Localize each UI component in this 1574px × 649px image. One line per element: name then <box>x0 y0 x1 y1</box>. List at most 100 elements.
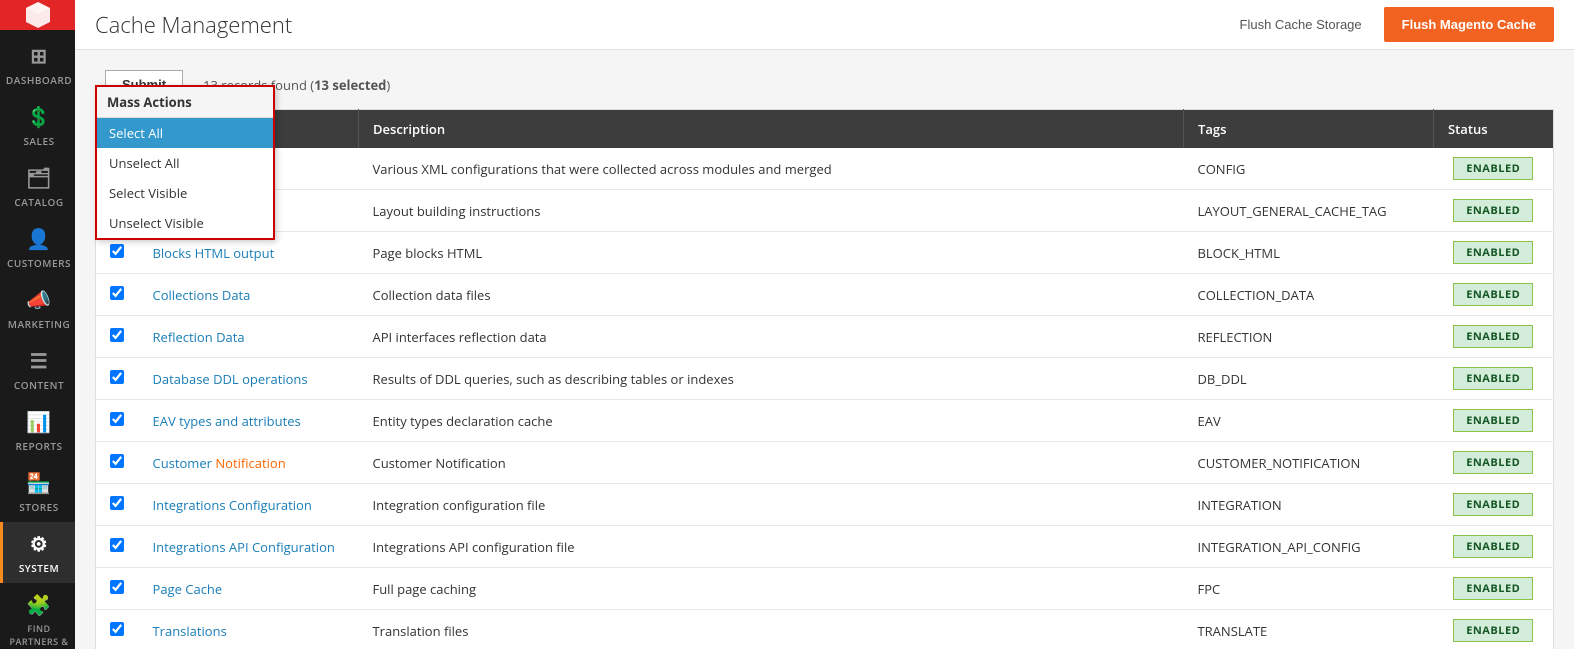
header-actions: Flush Cache Storage Flush Magento Cache <box>1228 7 1554 42</box>
dropdown-item-unselect-all[interactable]: Unselect All <box>97 148 273 178</box>
status-badge: ENABLED <box>1453 325 1533 348</box>
sidebar-item-stores[interactable]: 🏪 STORES <box>0 461 75 522</box>
type-link[interactable]: Blocks HTML output <box>153 244 275 262</box>
row-type: Database DDL operations <box>139 358 359 400</box>
row-status: ENABLED <box>1434 568 1554 610</box>
cache-table: Cache Type Description Tags Status Confi… <box>95 109 1554 649</box>
row-status: ENABLED <box>1434 190 1554 232</box>
row-description: Integrations API configuration file <box>359 526 1184 568</box>
type-link[interactable]: Reflection Data <box>153 328 245 346</box>
row-checkbox-cell <box>96 400 139 442</box>
row-description: Integration configuration file <box>359 484 1184 526</box>
row-status: ENABLED <box>1434 274 1554 316</box>
sidebar-item-find-partners[interactable]: 🧩 FIND PARTNERS & EXTENSIONS <box>0 583 75 649</box>
row-type: Translations <box>139 610 359 649</box>
type-link[interactable]: Customer Notification <box>153 454 286 472</box>
type-link[interactable]: Integrations API Configuration <box>153 538 335 556</box>
type-link[interactable]: Translations <box>153 622 227 640</box>
table-row: Integrations API Configuration Integratio… <box>96 526 1554 568</box>
row-description: API interfaces reflection data <box>359 316 1184 358</box>
sidebar-item-label: DASHBOARD <box>6 73 72 87</box>
reports-icon: 📊 <box>26 408 51 435</box>
type-link[interactable]: Collections Data <box>153 286 251 304</box>
table-row: Customer NotificationCustomer Notificati… <box>96 442 1554 484</box>
row-tags: CONFIG <box>1184 148 1434 190</box>
row-status: ENABLED <box>1434 148 1554 190</box>
row-tags: COLLECTION_DATA <box>1184 274 1434 316</box>
page-title: Cache Management <box>95 10 292 40</box>
content-icon: ☰ <box>30 347 48 374</box>
row-checkbox-cell <box>96 610 139 649</box>
row-description: Various XML configurations that were col… <box>359 148 1184 190</box>
sidebar-item-label: MARKETING <box>8 317 70 331</box>
stores-icon: 🏪 <box>26 469 51 496</box>
sidebar-item-label: SYSTEM <box>19 561 59 575</box>
sidebar-item-label: REPORTS <box>15 439 62 453</box>
row-checkbox-cell <box>96 484 139 526</box>
table-row: EAV types and attributes Entity types dec… <box>96 400 1554 442</box>
row-checkbox[interactable] <box>110 328 124 342</box>
row-checkbox[interactable] <box>110 412 124 426</box>
flush-magento-cache-button[interactable]: Flush Magento Cache <box>1384 7 1554 42</box>
row-checkbox[interactable] <box>110 496 124 510</box>
dropdown-item-unselect-visible[interactable]: Unselect Visible <box>97 208 273 238</box>
row-checkbox-cell <box>96 526 139 568</box>
row-status: ENABLED <box>1434 400 1554 442</box>
sidebar-item-label: SALES <box>23 134 54 148</box>
row-status: ENABLED <box>1434 232 1554 274</box>
sidebar-item-system[interactable]: ⚙ SYSTEM <box>0 522 75 583</box>
table-row: Reflection Data API interfaces reflection… <box>96 316 1554 358</box>
row-tags: TRANSLATE <box>1184 610 1434 649</box>
row-type: Reflection Data <box>139 316 359 358</box>
row-checkbox[interactable] <box>110 454 124 468</box>
flush-cache-storage-button[interactable]: Flush Cache Storage <box>1228 9 1374 40</box>
sidebar: ⊞ DASHBOARD 💲 SALES 🗂 CATALOG 👤 CUSTOMER… <box>0 0 75 649</box>
row-checkbox-cell <box>96 358 139 400</box>
row-checkbox[interactable] <box>110 244 124 258</box>
dropdown-item-select-visible[interactable]: Select Visible <box>97 178 273 208</box>
table-row: ConfigurationVarious XML configurations … <box>96 148 1554 190</box>
row-checkbox-cell <box>96 442 139 484</box>
type-link[interactable]: EAV types and attributes <box>153 412 301 430</box>
sidebar-item-reports[interactable]: 📊 REPORTS <box>0 400 75 461</box>
sidebar-item-label: CONTENT <box>14 378 64 392</box>
row-checkbox-cell <box>96 274 139 316</box>
row-description: Full page caching <box>359 568 1184 610</box>
row-checkbox[interactable] <box>110 580 124 594</box>
row-description: Layout building instructions <box>359 190 1184 232</box>
main-content: Cache Management Flush Cache Storage Flu… <box>75 0 1574 649</box>
row-description: Entity types declaration cache <box>359 400 1184 442</box>
dropdown-header: Mass Actions <box>97 87 273 118</box>
sidebar-item-marketing[interactable]: 📣 MARKETING <box>0 278 75 339</box>
row-checkbox[interactable] <box>110 370 124 384</box>
table-row: Collections Data Collection data filesCOL… <box>96 274 1554 316</box>
status-badge: ENABLED <box>1453 619 1533 642</box>
row-type: Customer Notification <box>139 442 359 484</box>
sidebar-item-label: STORES <box>19 500 58 514</box>
status-badge: ENABLED <box>1453 493 1533 516</box>
row-checkbox[interactable] <box>110 622 124 636</box>
row-description: Collection data files <box>359 274 1184 316</box>
row-description: Translation files <box>359 610 1184 649</box>
row-checkbox[interactable] <box>110 538 124 552</box>
sidebar-item-customers[interactable]: 👤 CUSTOMERS <box>0 217 75 278</box>
sidebar-item-label: CUSTOMERS <box>7 256 71 270</box>
type-link[interactable]: Database DDL operations <box>153 370 308 388</box>
sidebar-logo[interactable] <box>0 0 75 30</box>
row-type: EAV types and attributes <box>139 400 359 442</box>
sidebar-item-sales[interactable]: 💲 SALES <box>0 95 75 156</box>
customers-icon: 👤 <box>26 225 51 252</box>
row-status: ENABLED <box>1434 358 1554 400</box>
table-row: Translations Translation filesTRANSLATE EN… <box>96 610 1554 649</box>
toolbar: Mass Actions Select All Unselect All Sel… <box>95 70 1554 99</box>
dropdown-item-select-all[interactable]: Select All <box>97 118 273 148</box>
row-checkbox[interactable] <box>110 286 124 300</box>
row-description: Results of DDL queries, such as describi… <box>359 358 1184 400</box>
type-link[interactable]: Page Cache <box>153 580 223 598</box>
sidebar-item-content[interactable]: ☰ CONTENT <box>0 339 75 400</box>
type-link[interactable]: Integrations Configuration <box>153 496 312 514</box>
sidebar-item-dashboard[interactable]: ⊞ DASHBOARD <box>0 34 75 95</box>
sidebar-item-catalog[interactable]: 🗂 CATALOG <box>0 156 75 217</box>
table-row: Database DDL operations Results of DDL qu… <box>96 358 1554 400</box>
sidebar-item-label: CATALOG <box>14 195 63 209</box>
